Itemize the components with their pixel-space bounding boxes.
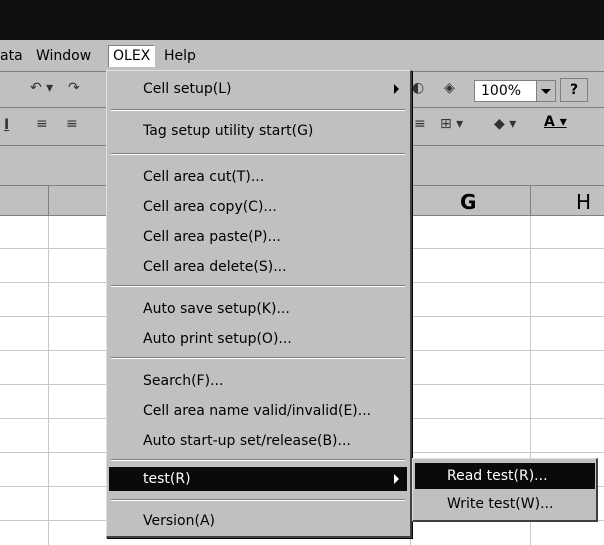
drawing-icon[interactable]: ◈	[444, 80, 455, 96]
menu-item-cell-area-copy[interactable]: Cell area copy(C)...	[109, 195, 407, 219]
menu-item-area-name-valid[interactable]: Cell area name valid/invalid(E)...	[109, 399, 407, 423]
undo-icon[interactable]: ↶ ▾	[30, 80, 53, 96]
menu-separator	[111, 109, 405, 111]
title-bar	[0, 0, 604, 40]
submenu-item-read-test[interactable]: Read test(R)...	[415, 463, 595, 489]
menu-item-label: Auto save setup(K)...	[143, 301, 290, 317]
menu-item-tag-setup[interactable]: Tag setup utility start(G)	[109, 119, 407, 143]
column-separator	[530, 186, 531, 216]
align-right-icon[interactable]: ≡	[414, 116, 426, 132]
menu-item-label: Auto start-up set/release(B)...	[143, 433, 351, 449]
align-left-icon[interactable]: ≡	[36, 116, 48, 132]
zoom-value: 100%	[481, 83, 522, 99]
menu-item-label: Cell area delete(S)...	[143, 259, 287, 275]
align-center-icon[interactable]: ≡	[66, 116, 78, 132]
font-color-icon[interactable]: A ▾	[544, 114, 567, 130]
submenu-arrow-icon	[394, 84, 399, 94]
submenu-item-write-test[interactable]: Write test(W)...	[415, 491, 595, 517]
menu-item-label: Write test(W)...	[447, 496, 554, 512]
menu-window[interactable]: Window	[36, 46, 91, 66]
menu-item-auto-print[interactable]: Auto print setup(O)...	[109, 327, 407, 351]
submenu-arrow-icon	[394, 474, 399, 484]
menu-item-auto-startup[interactable]: Auto start-up set/release(B)...	[109, 429, 407, 453]
menu-data[interactable]: ata	[0, 46, 23, 66]
redo-icon[interactable]: ↷	[68, 80, 80, 96]
menu-separator	[111, 499, 405, 501]
menu-separator	[111, 153, 405, 155]
column-separator	[48, 186, 49, 216]
menu-separator	[111, 459, 405, 461]
menu-item-label: Version(A)	[143, 513, 215, 529]
borders-icon[interactable]: ⊞ ▾	[440, 116, 463, 132]
menu-item-label: Cell area paste(P)...	[143, 229, 281, 245]
menu-item-test[interactable]: test(R)	[109, 467, 407, 491]
menu-item-label: Read test(R)...	[447, 468, 548, 484]
menu-bar: ata Window OLEX Help	[0, 40, 604, 72]
menu-item-label: Auto print setup(O)...	[143, 331, 292, 347]
menu-item-cell-setup[interactable]: Cell setup(L)	[109, 77, 407, 101]
menu-separator	[111, 285, 405, 287]
column-header-g[interactable]: G	[460, 190, 476, 214]
menu-help[interactable]: Help	[164, 46, 196, 66]
menu-item-cell-area-delete[interactable]: Cell area delete(S)...	[109, 255, 407, 279]
menu-item-label: Cell setup(L)	[143, 81, 232, 97]
menu-item-label: Search(F)...	[143, 373, 224, 389]
zoom-select[interactable]: 100%	[474, 80, 556, 102]
menu-olex[interactable]: OLEX	[108, 45, 156, 67]
menu-item-version[interactable]: Version(A)	[109, 509, 407, 533]
menu-separator	[111, 357, 405, 359]
fill-color-icon[interactable]: ◆ ▾	[494, 116, 516, 132]
test-submenu: Read test(R)... Write test(W)...	[412, 458, 598, 522]
olex-dropdown-menu: Cell setup(L) Tag setup utility start(G)…	[106, 70, 412, 538]
menu-item-label: test(R)	[143, 471, 191, 487]
menu-item-label: Cell area copy(C)...	[143, 199, 277, 215]
menu-item-label: Cell area name valid/invalid(E)...	[143, 403, 372, 419]
menu-item-search[interactable]: Search(F)...	[109, 369, 407, 393]
help-button[interactable]: ?	[560, 78, 588, 102]
menu-item-label: Cell area cut(T)...	[143, 169, 265, 185]
menu-item-cell-area-cut[interactable]: Cell area cut(T)...	[109, 165, 407, 189]
chevron-down-icon[interactable]	[536, 81, 555, 101]
underline-icon[interactable]: I	[4, 117, 9, 133]
menu-item-cell-area-paste[interactable]: Cell area paste(P)...	[109, 225, 407, 249]
chart-wizard-icon[interactable]: ◐	[412, 80, 424, 96]
menu-item-auto-save[interactable]: Auto save setup(K)...	[109, 297, 407, 321]
menu-item-label: Tag setup utility start(G)	[143, 123, 314, 139]
column-header-h[interactable]: H	[576, 190, 591, 214]
